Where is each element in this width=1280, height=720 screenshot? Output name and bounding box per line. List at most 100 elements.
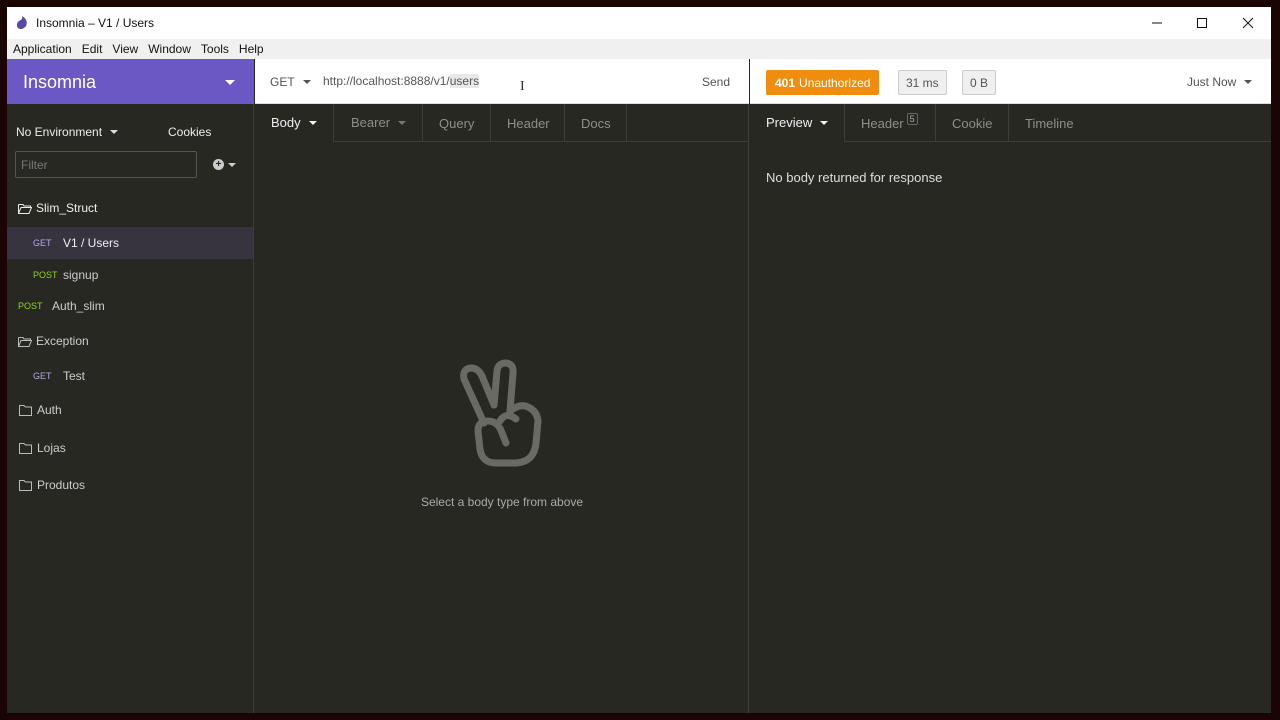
minimize-icon — [1152, 22, 1162, 24]
folder-lojas[interactable]: Lojas — [7, 432, 253, 464]
folder-auth[interactable]: Auth — [7, 394, 253, 426]
tab-response-header[interactable]: Header 5 — [845, 104, 936, 142]
request-auth-slim[interactable]: POST Auth_slim — [7, 290, 253, 322]
history-label: Just Now — [1187, 75, 1237, 89]
method-dropdown[interactable]: GET — [270, 75, 311, 89]
url-input[interactable]: http://localhost:8888/v1/users — [323, 74, 480, 88]
method-badge: POST — [18, 301, 43, 311]
menu-application[interactable]: Application — [13, 42, 72, 56]
tab-label: Timeline — [1025, 115, 1074, 131]
folder-label: Slim_Struct — [36, 201, 98, 215]
status-badge: 401 Unauthorized — [766, 70, 880, 95]
request-tabs: Body Bearer Query Header Docs — [255, 104, 749, 142]
folder-open-icon — [18, 203, 32, 214]
menu-view[interactable]: View — [112, 42, 138, 56]
chevron-down-icon — [225, 80, 235, 85]
chevron-down-icon — [1244, 80, 1253, 84]
maximize-icon — [1197, 18, 1207, 28]
folder-label: Lojas — [37, 441, 66, 455]
method-badge: GET — [33, 371, 52, 381]
status-code: 401 — [775, 75, 796, 90]
send-button[interactable]: Send — [702, 75, 730, 89]
tab-body[interactable]: Body — [255, 104, 334, 142]
close-icon — [1242, 17, 1254, 29]
request-v1-users[interactable]: GET V1 / Users — [7, 227, 253, 259]
request-pane: GET http://localhost:8888/v1/users I Sen… — [255, 59, 749, 713]
url-selection: users — [449, 74, 480, 88]
app-window: Insomnia – V1 / Users Application Edit V… — [7, 7, 1271, 713]
title-bar: Insomnia – V1 / Users — [7, 7, 1271, 39]
tab-label: Header — [507, 115, 550, 131]
chevron-down-icon — [820, 120, 829, 125]
chevron-down-icon — [110, 130, 119, 134]
maximize-button[interactable] — [1179, 7, 1225, 39]
status-text: Unauthorized — [799, 75, 871, 90]
folder-open-icon — [18, 336, 32, 347]
response-tabs: Preview Header 5 Cookie Timeline — [750, 104, 1271, 142]
chevron-down-icon — [398, 120, 407, 125]
peace-hand-icon — [460, 359, 542, 467]
close-button[interactable] — [1225, 7, 1271, 39]
time-badge: 31 ms — [898, 70, 947, 95]
method-badge: GET — [33, 238, 52, 248]
menu-help[interactable]: Help — [239, 42, 264, 56]
empty-response-message: No body returned for response — [766, 170, 943, 185]
menu-window[interactable]: Window — [148, 42, 191, 56]
size-badge: 0 B — [962, 70, 997, 95]
menu-edit[interactable]: Edit — [82, 42, 103, 56]
tab-bearer[interactable]: Bearer — [335, 104, 423, 142]
tab-label: Body — [271, 115, 301, 130]
header-count-badge: 5 — [906, 113, 918, 125]
url-bar: GET http://localhost:8888/v1/users I Sen… — [255, 59, 749, 104]
folder-label: Auth — [37, 403, 62, 417]
environment-label: No Environment — [16, 125, 103, 139]
empty-body-message: Select a body type from above — [420, 495, 584, 509]
tab-query[interactable]: Query — [423, 104, 491, 142]
chevron-down-icon — [228, 162, 236, 167]
chevron-down-icon — [302, 80, 311, 84]
filter-input[interactable] — [15, 151, 197, 178]
folder-label: Exception — [36, 334, 89, 348]
chevron-down-icon — [308, 120, 317, 125]
tab-docs[interactable]: Docs — [565, 104, 627, 142]
tab-header[interactable]: Header — [491, 104, 565, 142]
tab-label: Bearer — [351, 115, 391, 130]
menu-tools[interactable]: Tools — [201, 42, 229, 56]
folder-produtos[interactable]: Produtos — [7, 469, 253, 501]
request-label: V1 / Users — [63, 236, 120, 250]
tab-cookie[interactable]: Cookie — [936, 104, 1009, 142]
folder-exception[interactable]: Exception — [7, 325, 253, 357]
folder-label: Produtos — [37, 478, 86, 492]
request-signup[interactable]: POST signup — [7, 259, 253, 291]
url-prefix: http://localhost:8888/v1/ — [323, 74, 450, 88]
sidebar: Insomnia No Environment Cookies + Slim_S… — [7, 59, 254, 713]
folder-icon — [19, 442, 32, 454]
text-cursor-icon: I — [520, 79, 525, 94]
tab-label: Cookie — [952, 115, 993, 131]
environment-dropdown[interactable]: No Environment — [16, 125, 119, 139]
request-label: Test — [63, 369, 86, 383]
menu-bar: Application Edit View Window Tools Help — [7, 39, 1271, 59]
add-request-button[interactable]: + — [213, 159, 236, 170]
minimize-button[interactable] — [1134, 7, 1180, 39]
workspace-name: Insomnia — [23, 72, 97, 92]
workspace-dropdown[interactable]: Insomnia — [7, 59, 254, 104]
method-label: GET — [270, 75, 295, 89]
folder-slim-struct[interactable]: Slim_Struct — [7, 192, 253, 224]
request-label: Auth_slim — [52, 299, 105, 313]
tab-label: Preview — [766, 115, 813, 130]
method-badge: POST — [33, 270, 58, 280]
window-title: Insomnia – V1 / Users — [36, 16, 155, 30]
tab-label: Docs — [581, 115, 611, 131]
response-pane: 401 Unauthorized 31 ms 0 B Just Now Prev… — [750, 59, 1271, 713]
plus-circle-icon: + — [213, 159, 224, 170]
cookies-button[interactable]: Cookies — [168, 125, 211, 139]
folder-icon — [19, 404, 32, 416]
insomnia-logo-icon — [16, 16, 27, 30]
tab-preview[interactable]: Preview — [750, 104, 845, 142]
tab-label: Query — [439, 115, 475, 131]
request-test[interactable]: GET Test — [7, 360, 253, 392]
tab-timeline[interactable]: Timeline — [1009, 104, 1093, 142]
history-dropdown[interactable]: Just Now — [1187, 75, 1253, 89]
folder-icon — [19, 479, 32, 491]
